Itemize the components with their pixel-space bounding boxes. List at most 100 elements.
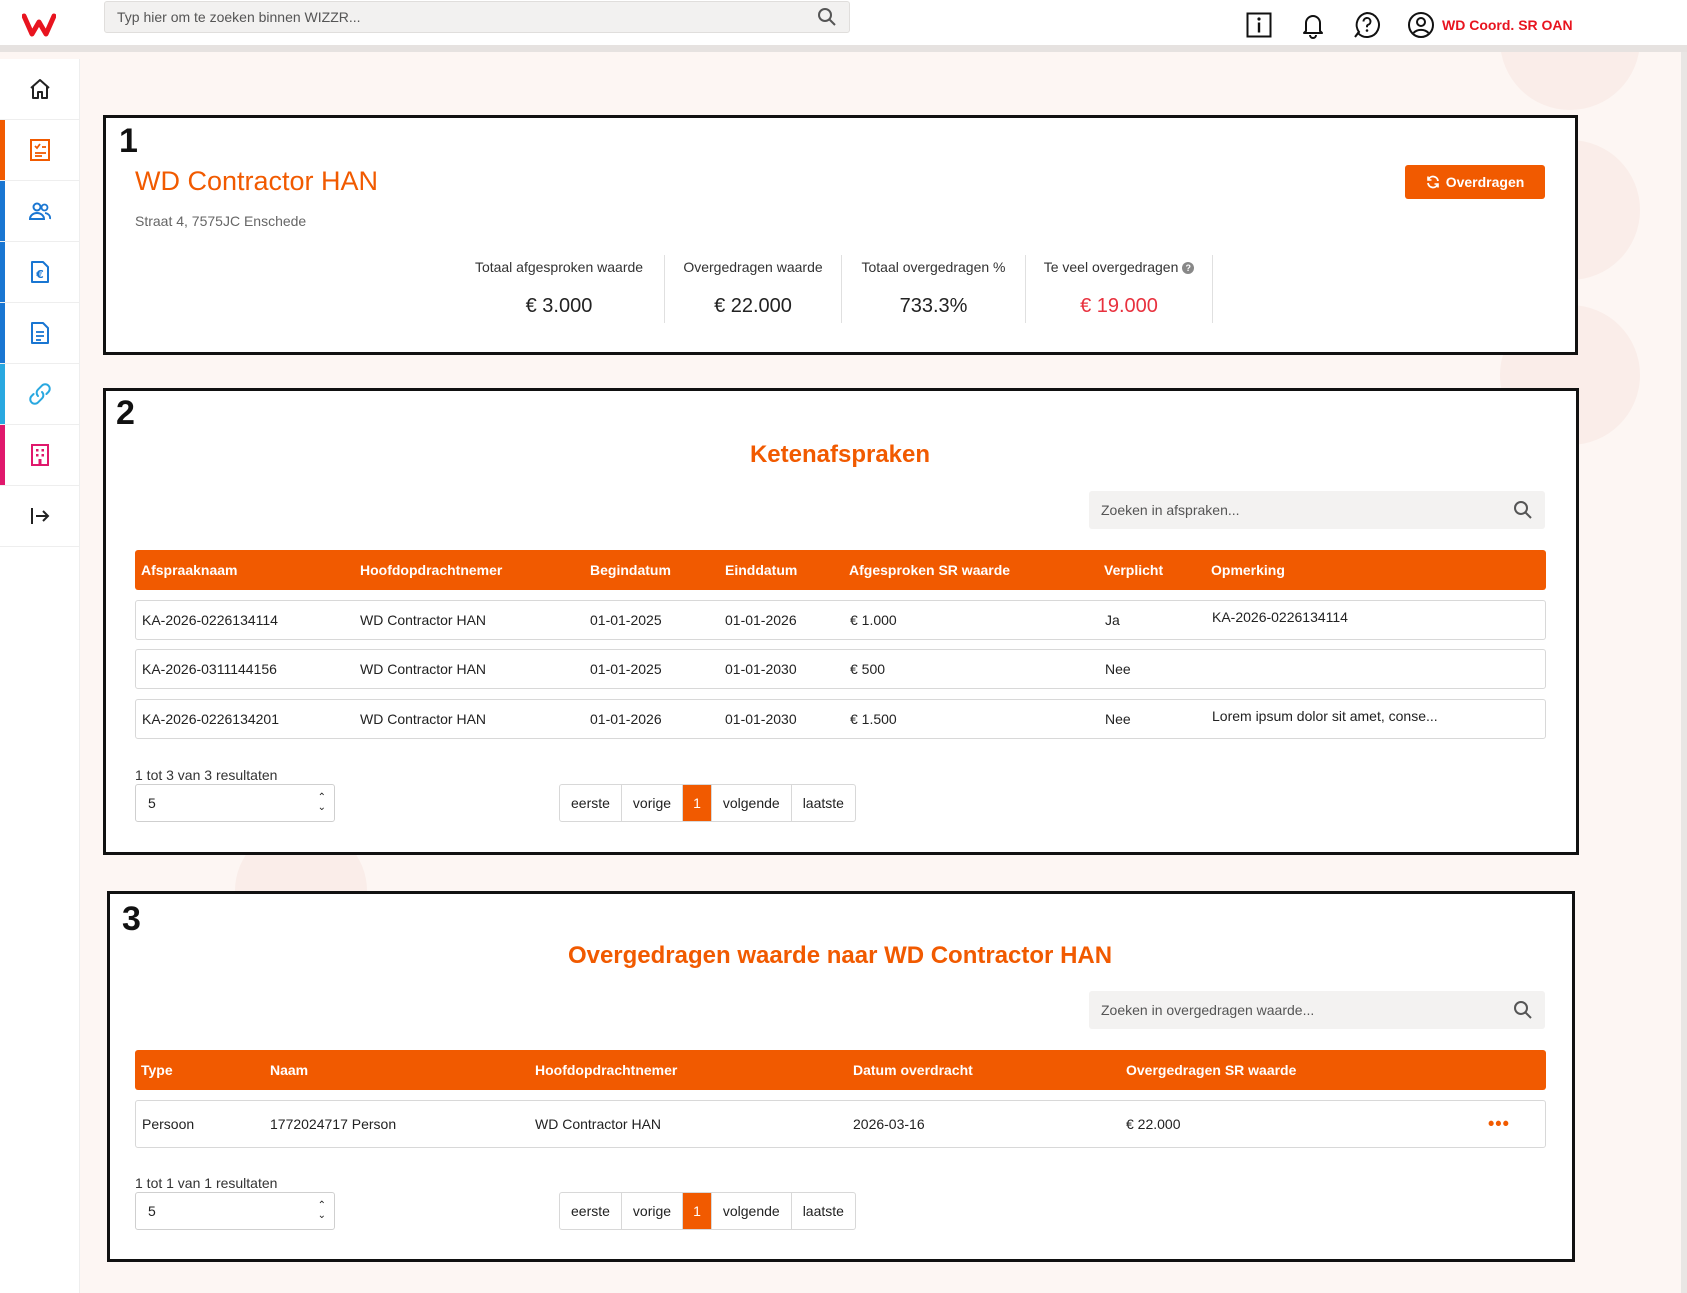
- agreements-results-count: 1 tot 3 van 3 resultaten: [135, 767, 278, 783]
- cell: WD Contractor HAN: [360, 661, 487, 677]
- transfers-page-size-select[interactable]: 5 ⌃ ⌄: [135, 1192, 335, 1230]
- page-size-value: 5: [148, 795, 156, 811]
- agreements-search-input[interactable]: Zoeken in afspraken...: [1089, 491, 1545, 529]
- users-icon: [28, 202, 51, 220]
- column-header[interactable]: Hoofdopdrachtnemer: [535, 1062, 677, 1078]
- home-icon: [29, 79, 50, 99]
- column-header[interactable]: Type: [141, 1062, 173, 1078]
- agreements-search-placeholder: Zoeken in afspraken...: [1101, 502, 1240, 518]
- pager-prev[interactable]: vorige: [622, 1193, 684, 1229]
- table-row[interactable]: KA-2026-0226134201 WD Contractor HAN 01-…: [135, 699, 1546, 739]
- column-header[interactable]: Naam: [270, 1062, 308, 1078]
- table-row[interactable]: KA-2026-0311144156 WD Contractor HAN 01-…: [135, 649, 1546, 689]
- sidebar-item-users[interactable]: [0, 181, 79, 242]
- company-name: WD Contractor HAN: [135, 166, 379, 196]
- stat-value: 733.3%: [899, 295, 968, 317]
- help-icon[interactable]: [1352, 10, 1382, 40]
- global-search-placeholder: Typ hier om te zoeken binnen WIZZR...: [117, 9, 361, 25]
- refresh-icon: [1426, 175, 1439, 189]
- stat-value: € 19.000: [1080, 295, 1158, 317]
- stat-label: Totaal afgesproken waarde: [474, 259, 644, 275]
- panel-number: 1: [119, 122, 138, 160]
- agreements-table-header: Afspraaknaam Hoofdopdrachtnemer Begindat…: [135, 550, 1546, 590]
- cell: € 500: [850, 661, 886, 677]
- stat-transferred-percent: Totaal overgedragen % 733.3%: [842, 255, 1026, 323]
- column-header[interactable]: Begindatum: [590, 562, 671, 578]
- table-row[interactable]: Persoon 1772024717 Person WD Contractor …: [135, 1100, 1546, 1148]
- cell: KA-2026-0226134114: [142, 612, 278, 628]
- bell-icon[interactable]: [1298, 10, 1328, 40]
- sidebar-item-links[interactable]: [0, 364, 79, 425]
- cell: 01-01-2026: [590, 711, 662, 727]
- search-icon[interactable]: [817, 7, 837, 27]
- help-circle-icon[interactable]: ?: [1182, 262, 1195, 274]
- select-arrows-icon: ⌃ ⌄: [317, 1200, 326, 1221]
- pager-first[interactable]: eerste: [560, 785, 622, 821]
- checklist-icon: [29, 139, 50, 161]
- stat-value: € 3.000: [525, 295, 593, 317]
- transfer-button-label: Overdragen: [1445, 174, 1525, 190]
- page-size-value: 5: [148, 1203, 156, 1219]
- column-header[interactable]: Hoofdopdrachtnemer: [360, 562, 502, 578]
- stat-value: € 22.000: [714, 295, 792, 317]
- transfers-pagination: eerste vorige 1 volgende laatste: [559, 1192, 856, 1230]
- transfers-title: Overgedragen waarde naar WD Contractor H…: [567, 942, 1113, 969]
- transfer-button[interactable]: Overdragen: [1405, 165, 1545, 199]
- cell: € 1.500: [850, 711, 897, 727]
- transfers-table-header: Type Naam Hoofdopdrachtnemer Datum overd…: [135, 1050, 1546, 1090]
- pager-current[interactable]: 1: [683, 785, 712, 821]
- pager-next[interactable]: volgende: [712, 785, 792, 821]
- column-header[interactable]: Afspraaknaam: [141, 562, 238, 578]
- pager-last[interactable]: laatste: [792, 1193, 855, 1229]
- cell: Ja: [1105, 612, 1120, 628]
- stat-label-text: Te veel overgedragen: [1043, 259, 1179, 275]
- column-header[interactable]: Overgedragen SR waarde: [1126, 1062, 1296, 1078]
- pager-last[interactable]: laatste: [792, 785, 855, 821]
- wizzr-logo-icon[interactable]: [22, 12, 56, 38]
- euro-document-icon: €: [30, 261, 49, 283]
- window-scrollbar[interactable]: [1681, 0, 1687, 1293]
- sidebar-item-finance[interactable]: €: [0, 242, 79, 303]
- cell: 1772024717 Person: [270, 1116, 397, 1132]
- cell: WD Contractor HAN: [360, 612, 487, 628]
- row-actions-menu-icon[interactable]: •••: [1488, 1114, 1510, 1135]
- agreements-page-size-select[interactable]: 5 ⌃ ⌄: [135, 784, 335, 822]
- transfers-search-input[interactable]: Zoeken in overgedragen waarde...: [1089, 991, 1545, 1029]
- cell: € 1.000: [850, 612, 897, 628]
- table-row[interactable]: KA-2026-0226134114 WD Contractor HAN 01-…: [135, 600, 1546, 640]
- sidebar-item-documents[interactable]: [0, 303, 79, 364]
- search-icon[interactable]: [1513, 1000, 1533, 1020]
- user-name[interactable]: WD Coord. SR OAN: [1442, 17, 1573, 33]
- sidebar-item-buildings[interactable]: [0, 425, 79, 486]
- sidebar-item-checklist[interactable]: [0, 120, 79, 181]
- global-search-input[interactable]: Typ hier om te zoeken binnen WIZZR...: [104, 1, 850, 33]
- column-header[interactable]: Opmerking: [1211, 562, 1285, 578]
- document-icon: [30, 322, 49, 344]
- top-bar: Typ hier om te zoeken binnen WIZZR... WD…: [0, 0, 1687, 52]
- agreements-pagination: eerste vorige 1 volgende laatste: [559, 784, 856, 822]
- user-icon[interactable]: [1406, 10, 1436, 40]
- stat-transferred: Overgedragen waarde € 22.000: [665, 255, 842, 323]
- stat-label: Te veel overgedragen ?: [1038, 259, 1200, 275]
- column-header[interactable]: Verplicht: [1104, 562, 1163, 578]
- sidebar-item-home[interactable]: [0, 59, 79, 120]
- sidebar-item-logout[interactable]: [0, 486, 79, 547]
- stat-label: Totaal overgedragen %: [861, 259, 1006, 275]
- column-header[interactable]: Afgesproken SR waarde: [849, 562, 1010, 578]
- search-icon[interactable]: [1513, 500, 1533, 520]
- column-header[interactable]: Einddatum: [725, 562, 797, 578]
- stat-over-transferred: Te veel overgedragen ? € 19.000: [1026, 255, 1213, 323]
- column-header[interactable]: Datum overdracht: [853, 1062, 973, 1078]
- link-icon: [28, 383, 51, 405]
- cell: KA-2026-0311144156: [142, 661, 277, 677]
- pager-prev[interactable]: vorige: [622, 785, 684, 821]
- transfers-results-count: 1 tot 1 van 1 resultaten: [135, 1175, 278, 1191]
- info-icon[interactable]: [1244, 10, 1274, 40]
- pager-next[interactable]: volgende: [712, 1193, 792, 1229]
- cell: WD Contractor HAN: [360, 711, 487, 727]
- pager-current[interactable]: 1: [683, 1193, 712, 1229]
- cell: WD Contractor HAN: [535, 1116, 662, 1132]
- sidebar: €: [0, 59, 80, 1293]
- pager-first[interactable]: eerste: [560, 1193, 622, 1229]
- panel-number: 3: [122, 900, 141, 938]
